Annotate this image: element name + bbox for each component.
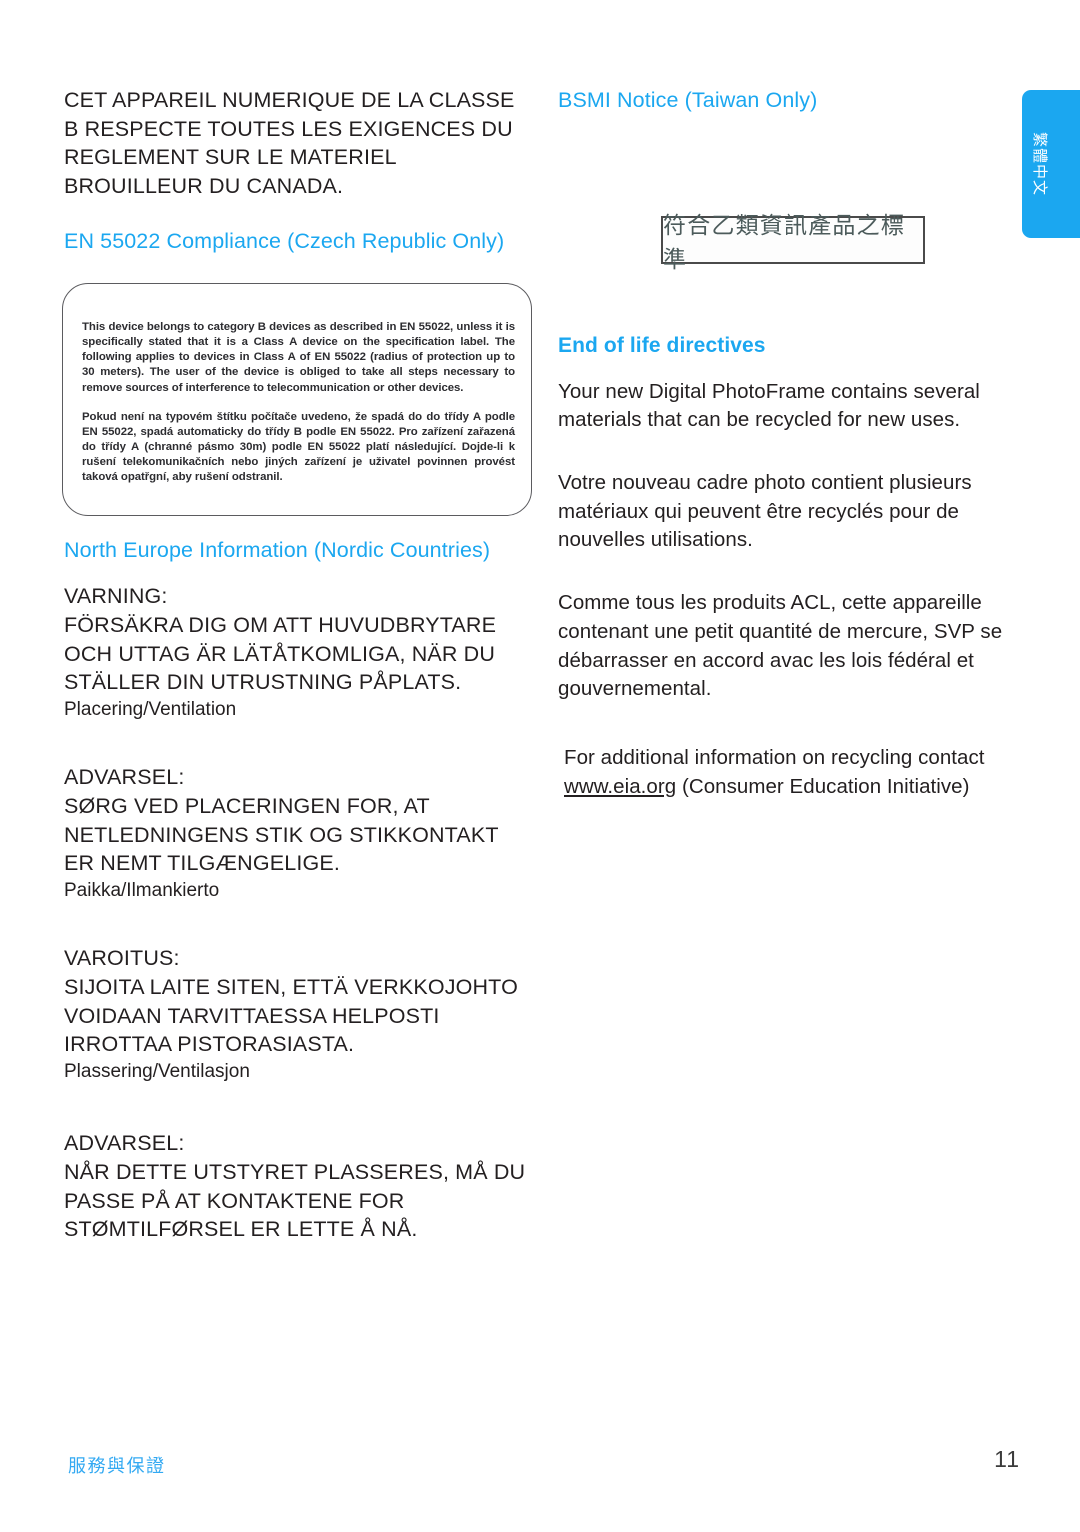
right-column: BSMI Notice (Taiwan Only) <box>558 86 1020 114</box>
nordic-block-title: ADVARSEL: <box>64 765 185 790</box>
left-column: CET APPAREIL NUMERIQUE DE LA CLASSE B RE… <box>64 86 534 255</box>
end-of-life-section: End of life directives Your new Digital … <box>558 332 1020 801</box>
bsmi-certification-label-text: 符合乙類資訊產品之標準 <box>663 212 905 272</box>
nordic-block-advarsel-no: ADVARSEL: NÅR DETTE UTSTYRET PLASSERES, … <box>64 1129 534 1244</box>
nordic-block-varoitus: VAROITUS: SIJOITA LAITE SITEN, ETTÄ VERK… <box>64 944 534 1085</box>
canada-compliance-notice: CET APPAREIL NUMERIQUE DE LA CLASSE B RE… <box>64 88 515 199</box>
heading-en55022-czech: EN 55022 Compliance (Czech Republic Only… <box>64 228 505 253</box>
nordic-block-text: NÅR DETTE UTSTYRET PLASSERES, MÅ DU PASS… <box>64 1159 526 1242</box>
nordic-block-text: SIJOITA LAITE SITEN, ETTÄ VERKKOJOHTO VO… <box>64 975 518 1057</box>
en55022-note-czech: Pokud není na typovém štítku počítače uv… <box>82 410 515 484</box>
en55022-note-box: This device belongs to category B device… <box>62 283 532 516</box>
heading-north-europe-information: North Europe Information (Nordic Countri… <box>64 538 491 562</box>
recycling-contact-prefix: For additional information on recycling … <box>564 745 985 769</box>
en55022-note-box-content: This device belongs to category B device… <box>82 320 515 486</box>
recycling-contact-suffix: (Consumer Education Initiative) <box>681 774 970 798</box>
nordic-block-title: VAROITUS: <box>64 946 180 971</box>
nordic-block-title: ADVARSEL: <box>64 1131 185 1156</box>
nordic-block-varning: VARNING: FÖRSÄKRA DIG OM ATT HUVUDBRYTAR… <box>64 582 534 723</box>
page-number: 11 <box>994 1446 1020 1472</box>
recycling-contact-paragraph: For additional information on recycling … <box>558 744 1020 801</box>
eol-paragraph-english: Your new Digital PhotoFrame contains sev… <box>558 379 980 432</box>
heading-end-of-life-directives: End of life directives <box>558 334 766 357</box>
language-tab-traditional-chinese[interactable]: 繁體中文 <box>1022 90 1080 238</box>
nordic-block-advarsel-dk: ADVARSEL: SØRG VED PLACERINGEN FOR, AT N… <box>64 763 534 904</box>
en55022-note-english: This device belongs to category B device… <box>82 321 515 394</box>
nordic-block-subtext: Paikka/Ilmankierto <box>64 880 220 902</box>
nordic-block-subtext: Placering/Ventilation <box>64 699 237 721</box>
nordic-block-text: FÖRSÄKRA DIG OM ATT HUVUDBRYTARE OCH UTT… <box>64 613 497 695</box>
language-tab-label: 繁體中文 <box>1031 131 1049 196</box>
eol-paragraph-french-1: Votre nouveau cadre photo contient plusi… <box>558 471 972 552</box>
nordic-block-title: VARNING: <box>64 584 168 609</box>
document-page: 繁體中文 CET APPAREIL NUMERIQUE DE LA CLASSE… <box>0 0 1080 1532</box>
nordic-block-text: SØRG VED PLACERINGEN FOR, AT NETLEDNINGE… <box>64 794 499 876</box>
eol-paragraph-french-2: Comme tous les produits ACL, cette appar… <box>558 591 1003 701</box>
eia-org-link[interactable]: www.eia.org <box>564 775 676 798</box>
bsmi-certification-label: 符合乙類資訊產品之標準 <box>661 212 925 272</box>
nordic-section: North Europe Information (Nordic Countri… <box>64 536 534 1244</box>
heading-bsmi-notice: BSMI Notice (Taiwan Only) <box>558 88 818 112</box>
footer-section-label: 服務與保證 <box>68 1456 166 1476</box>
nordic-block-subtext: Plassering/Ventilasjon <box>64 1061 250 1083</box>
